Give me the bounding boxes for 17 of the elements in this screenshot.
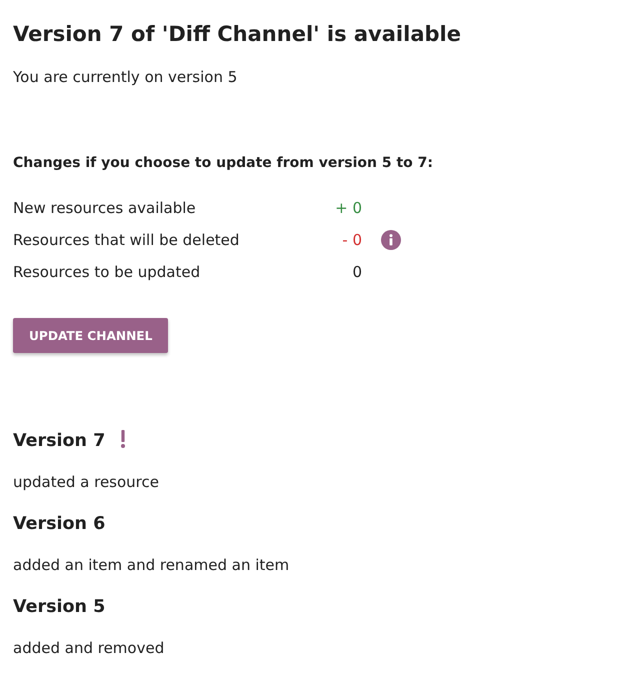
changes-heading: Changes if you choose to update from version 5 to 7: <box>13 154 433 173</box>
version-description: added an item and renamed an item <box>13 555 290 575</box>
version-description: added and removed <box>13 638 164 658</box>
change-count: + 0 <box>334 198 362 218</box>
change-label: Resources to be updated <box>13 262 202 282</box>
version-heading: Version 7 <box>13 430 106 453</box>
current-version-text: You are currently on version 5 <box>13 67 238 87</box>
page-title: Version 7 of 'Diff Channel' is available <box>13 21 461 48</box>
info-icon[interactable] <box>381 230 401 250</box>
version-heading: Version 6 <box>13 513 106 536</box>
version-heading: Version 5 <box>13 596 106 619</box>
version-description: updated a resource <box>13 472 159 492</box>
update-channel-button[interactable]: UPDATE CHANNEL <box>13 318 168 353</box>
change-count: - 0 <box>341 230 362 250</box>
change-label: New resources available <box>13 198 197 218</box>
change-count: 0 <box>351 262 362 282</box>
change-label: Resources that will be deleted <box>13 230 240 250</box>
